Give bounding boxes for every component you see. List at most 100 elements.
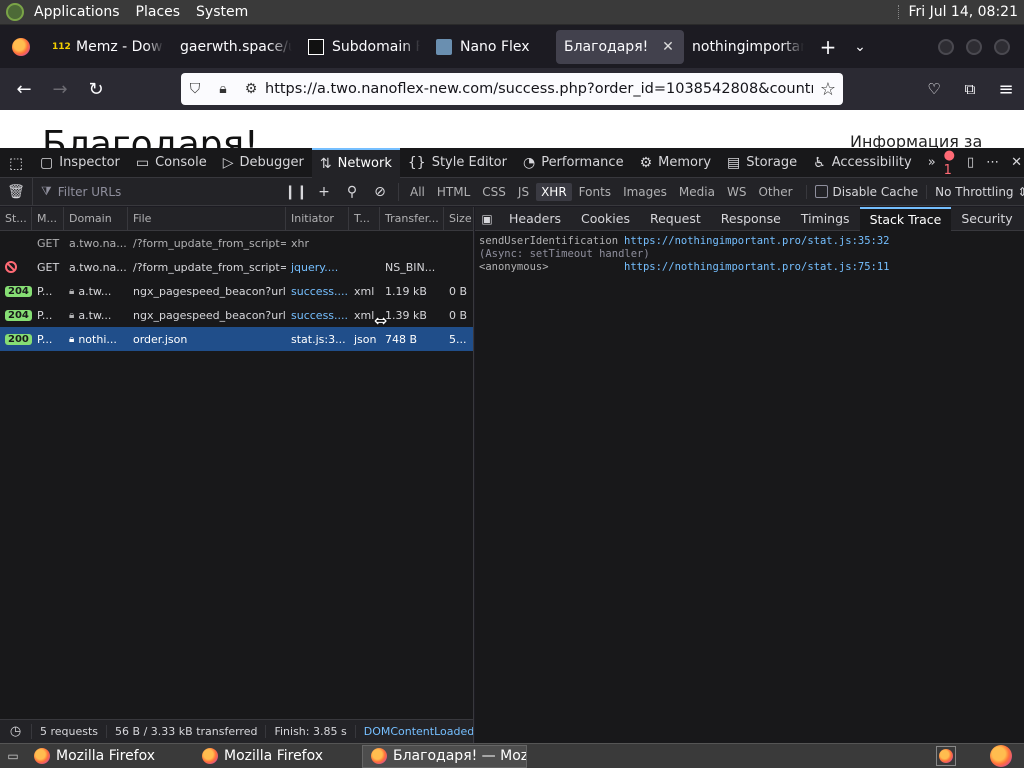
tab-nothingimportant[interactable]: nothingimportant [684,30,812,64]
bookmark-star-icon[interactable]: ☆ [813,79,843,100]
col-initiator[interactable]: Initiator [286,207,349,230]
initiator-cell[interactable]: stat.js:3... [286,327,349,351]
clock[interactable]: Fri Jul 14, 08:21 [908,4,1018,20]
menu-icon[interactable]: ≡ [988,73,1024,105]
url-text[interactable]: https://a.two.nanoflex-new.com/success.p… [265,81,813,97]
col-domain[interactable]: Domain [64,207,128,230]
performance-analysis-icon[interactable]: ◷ [0,724,32,739]
col-size[interactable]: Size [444,207,474,230]
pause-icon[interactable]: ❙❙ [282,184,310,200]
element-picker-icon[interactable]: ⬚ [0,148,32,178]
back-icon[interactable]: ← [6,73,42,105]
tab-response[interactable]: Response [711,207,791,231]
initiator-cell[interactable]: success.... [286,279,349,303]
workspace-switcher[interactable] [936,746,956,766]
disable-cache-checkbox[interactable]: Disable Cache [805,184,918,199]
lock-icon: 🔒︎ [69,285,75,297]
firefox-tray-icon[interactable] [990,745,1012,767]
tab-accessibility[interactable]: ♿︎ Accessibility [805,148,920,178]
filter-ws[interactable]: WS [722,183,751,201]
reload-icon[interactable]: ↻ [78,73,114,105]
tab-debugger[interactable]: ▷ Debugger [215,148,312,178]
new-tab-icon[interactable]: + [812,35,844,59]
filter-images[interactable]: Images [618,183,672,201]
forward-icon[interactable]: → [42,73,78,105]
permissions-icon[interactable]: ⚙ [237,81,265,97]
add-request-icon[interactable]: + [310,184,338,200]
throttling-select[interactable]: No Throttling ⇕ [926,184,1024,199]
tab-memory[interactable]: ⚙ Memory [632,148,719,178]
filter-media[interactable]: Media [674,183,720,201]
tab-console[interactable]: ▭ Console [128,148,215,178]
table-row[interactable]: GET a.two.na... /?form_update_from_scrip… [0,231,473,255]
pocket-icon[interactable]: ♡ [916,73,952,105]
size-cell: 0 B [449,308,468,322]
filter-css[interactable]: CSS [477,183,511,201]
tab-memz[interactable]: 112 Memz - Down [44,30,172,64]
devtools-menu-icon[interactable]: ⋯ [986,155,999,170]
taskbar-item[interactable]: Mozilla Firefox [26,745,191,768]
system-menu[interactable]: System [188,0,256,25]
tab-storage[interactable]: ▤ Storage [719,148,805,178]
close-window-icon[interactable] [994,39,1010,55]
url-bar[interactable]: ⛉ 🔒︎ ⚙ https://a.two.nanoflex-new.com/su… [181,73,843,105]
filter-html[interactable]: HTML [432,183,475,201]
tab-gaerwth[interactable]: gaerwth.space/ut [172,30,300,64]
col-method[interactable]: M... [32,207,64,230]
tab-style-editor[interactable]: {} Style Editor [400,148,515,178]
error-count-badge[interactable]: ● 1 [944,148,955,178]
frame-location-link[interactable]: https://nothingimportant.pro/stat.js:35:… [624,235,890,248]
frame-location-link[interactable]: https://nothingimportant.pro/stat.js:75:… [624,261,890,274]
table-row[interactable]: 204 P... 🔒︎ a.tw... ngx_pagespeed_beacon?… [0,279,473,303]
tab-nano-flex[interactable]: Nano Flex [428,30,556,64]
domain-cell: 🔒︎ a.tw... [64,279,128,303]
initiator-cell[interactable]: success.... [286,303,349,327]
more-tools-icon[interactable]: » [920,148,944,178]
filter-xhr[interactable]: XHR [536,182,572,201]
extensions-icon[interactable]: ⧉ [952,73,988,105]
list-all-tabs-icon[interactable]: ⌄ [844,39,876,55]
tab-headers[interactable]: Headers [499,207,571,231]
filter-all[interactable]: All [405,183,430,201]
search-icon[interactable]: ⚲ [338,184,366,200]
block-icon[interactable]: ⊘ [366,184,394,200]
tab-performance[interactable]: ◔ Performance [515,148,632,178]
filter-js[interactable]: JS [513,183,534,201]
close-tab-icon[interactable]: ✕ [660,39,676,55]
taskbar-item[interactable]: Mozilla Firefox [194,745,359,768]
toggle-sidebar-icon[interactable]: ▣ [475,212,499,226]
taskbar-item-active[interactable]: Благодаря! — Mozil... [362,744,527,768]
minimize-icon[interactable] [938,39,954,55]
table-row[interactable]: 204 P... 🔒︎ a.tw... ngx_pagespeed_beacon?… [0,303,473,327]
shield-icon[interactable]: ⛉ [181,81,209,97]
places-menu[interactable]: Places [128,0,189,25]
firefox-view-icon[interactable] [12,38,30,56]
tab-stack-trace[interactable]: Stack Trace [859,206,952,231]
tab-blagodarya[interactable]: Благодаря! ✕ [556,30,684,64]
maximize-icon[interactable] [966,39,982,55]
clear-trash-icon[interactable]: 🗑︎ [0,184,32,200]
tab-timings[interactable]: Timings [791,207,860,231]
tab-network[interactable]: ⇅ Network [311,147,400,178]
col-transferred[interactable]: Transfer... [380,207,444,230]
initiator-cell[interactable]: jquery.... [286,255,349,279]
tab-inspector[interactable]: ▢ Inspector [32,148,128,178]
show-desktop-icon[interactable]: ▭ [0,749,26,763]
close-devtools-icon[interactable]: ✕ [1011,155,1022,170]
tab-subdomain[interactable]: Subdomain Fi [300,30,428,64]
table-row-selected[interactable]: 200 P... 🔒︎ nothi... order.json stat.js:3… [0,327,473,351]
col-type[interactable]: T... [349,207,380,230]
col-file[interactable]: File [128,207,286,230]
tab-security[interactable]: Security [951,207,1022,231]
table-row[interactable]: GET a.two.na... /?form_update_from_scrip… [0,255,473,279]
responsive-design-icon[interactable]: ▯ [967,155,974,170]
col-status[interactable]: St... [0,207,32,230]
filter-urls-input[interactable]: ⧩ Filter URLs [32,177,282,206]
filter-other[interactable]: Other [753,183,797,201]
tab-request[interactable]: Request [640,207,711,231]
filter-fonts[interactable]: Fonts [574,183,616,201]
tab-cookies[interactable]: Cookies [571,207,640,231]
applications-menu[interactable]: Applications [26,0,128,25]
lock-icon[interactable]: 🔒︎ [209,81,237,97]
distro-logo-icon[interactable] [6,3,24,21]
